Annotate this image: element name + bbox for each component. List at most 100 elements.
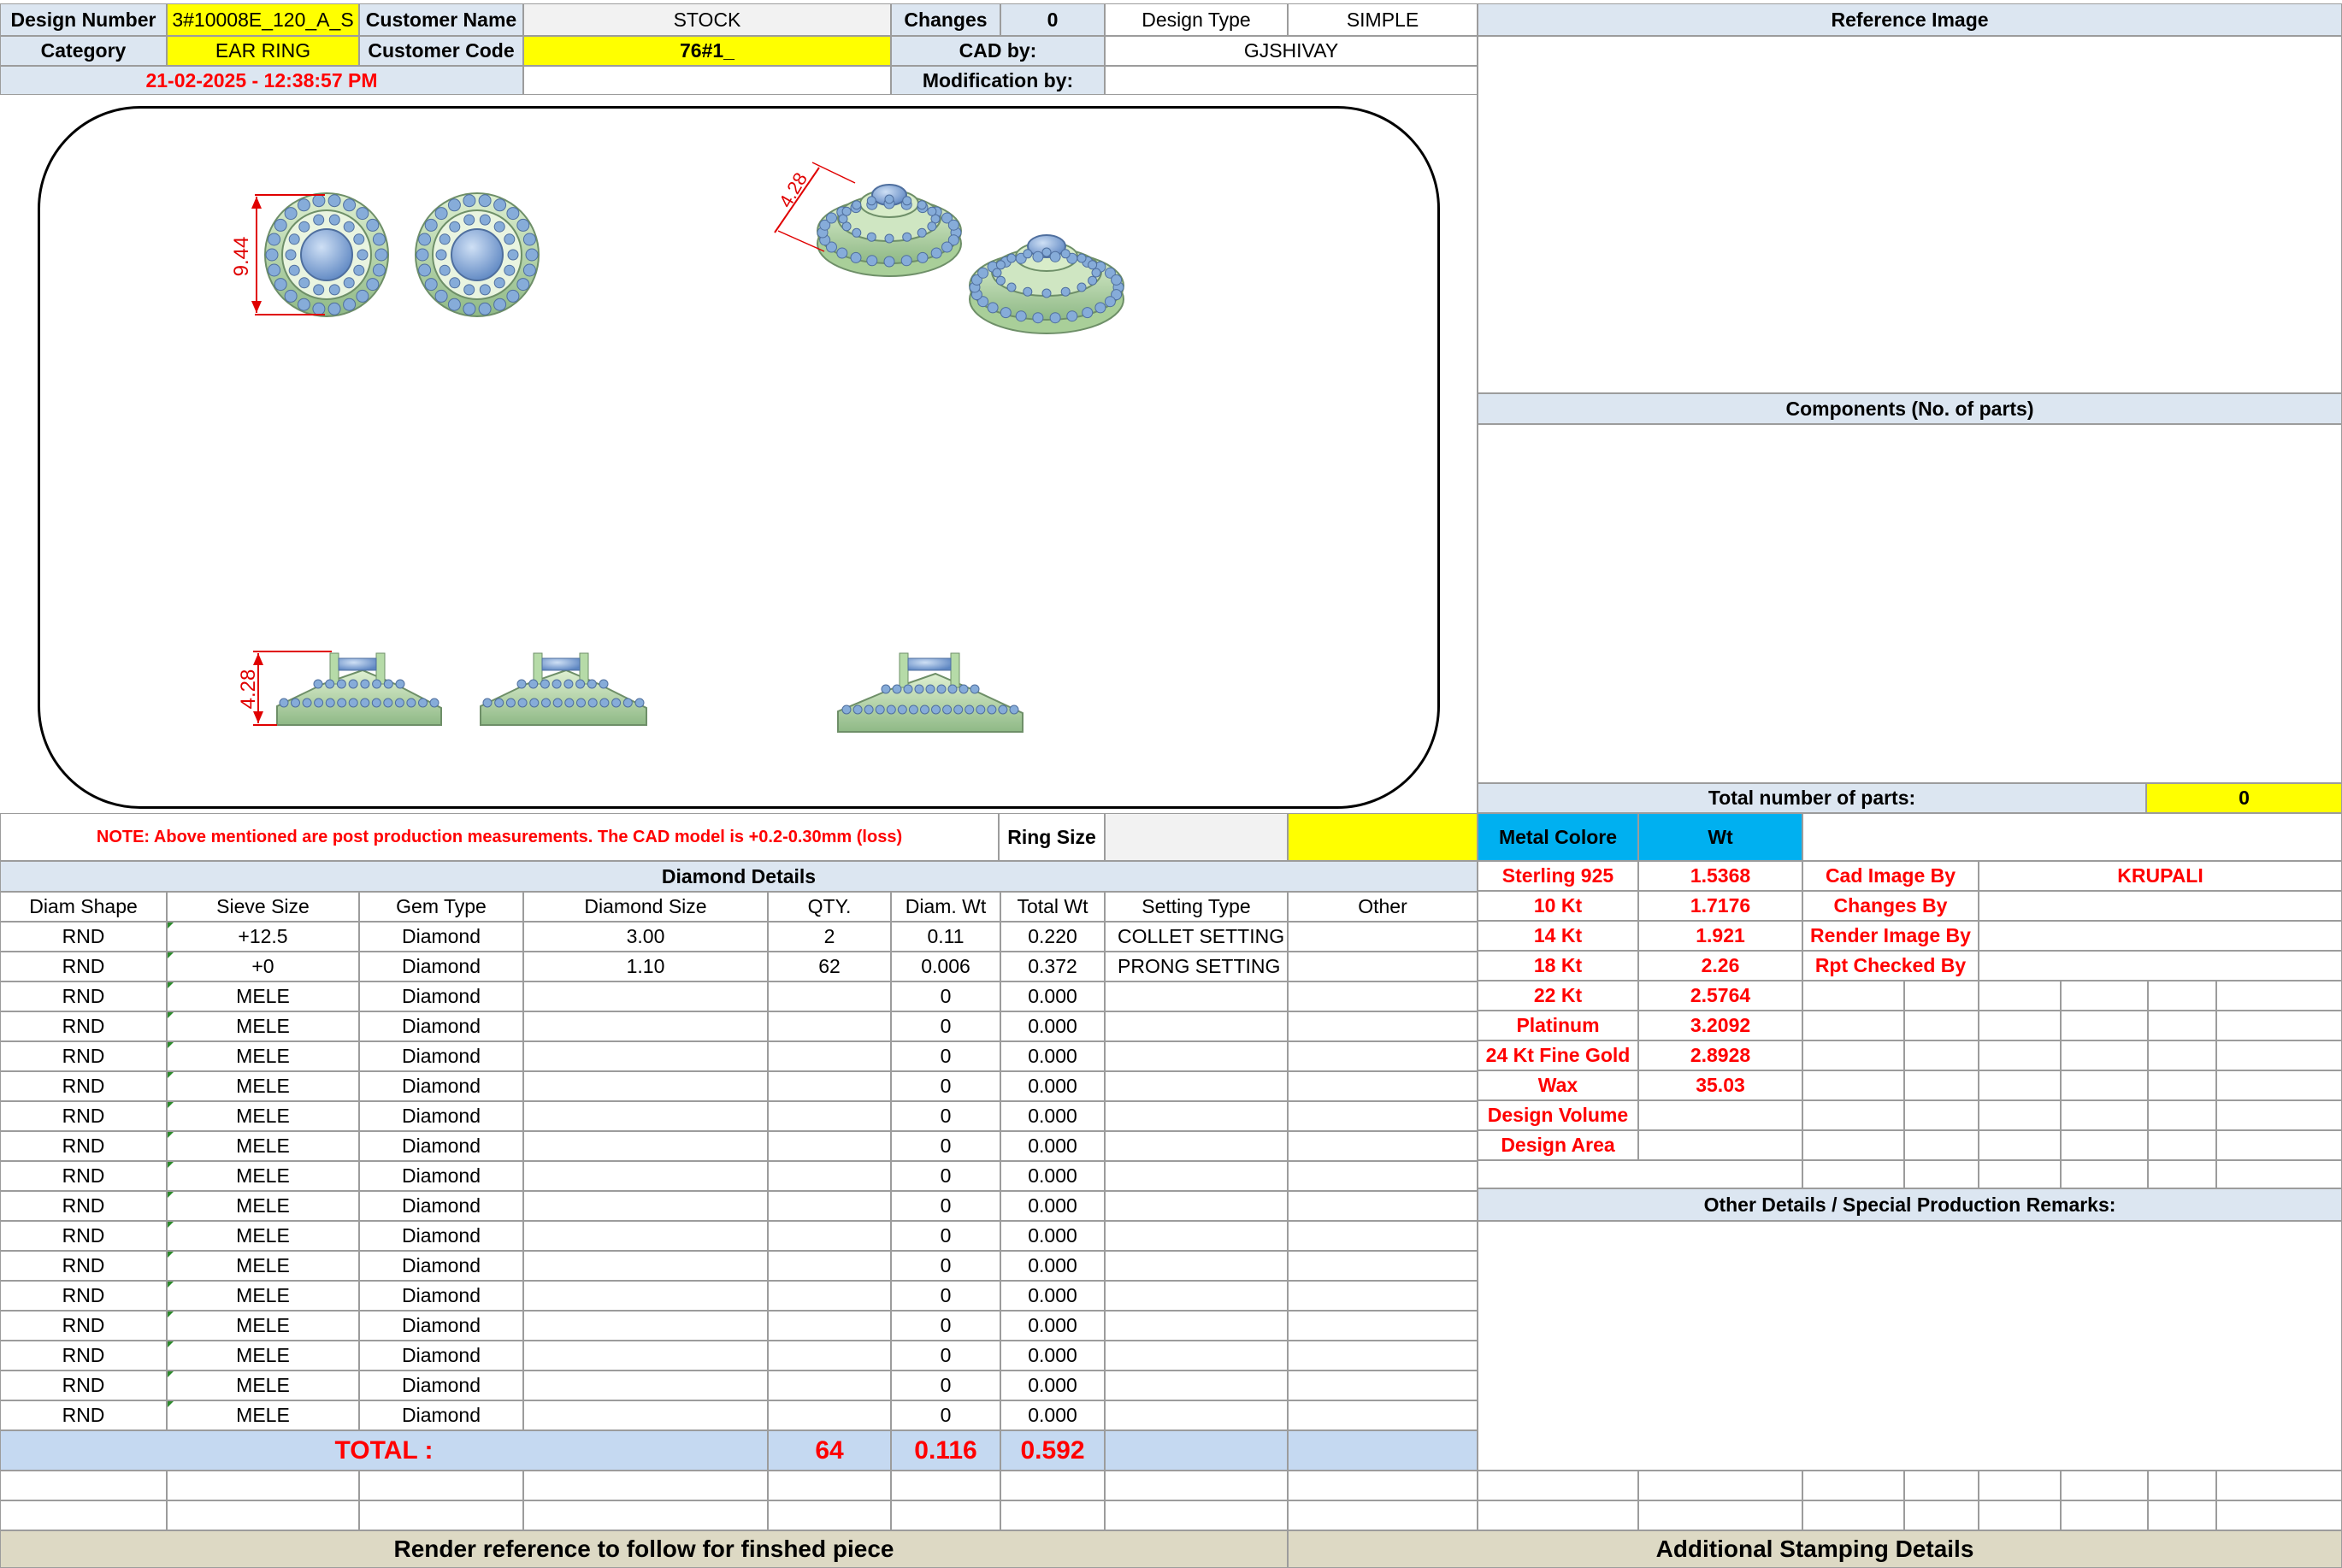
diamond-cell-sieve-size[interactable]: MELE	[167, 1371, 359, 1400]
blank-cell[interactable]	[1904, 1500, 1979, 1530]
grid-cell[interactable]	[1979, 1040, 2061, 1070]
diamond-cell-diam-wt[interactable]: 0	[891, 1071, 1000, 1101]
metal-weight[interactable]: 2.8928	[1638, 1040, 1802, 1070]
diamond-cell-qty[interactable]	[768, 1071, 891, 1101]
ring-size-value[interactable]	[1105, 813, 1288, 861]
blank-cell[interactable]	[1802, 1471, 1904, 1500]
diamond-cell-total-wt[interactable]: 0.000	[1000, 1131, 1105, 1161]
diamond-cell-diam-wt[interactable]: 0	[891, 1311, 1000, 1341]
grid-cell[interactable]	[2061, 1160, 2148, 1188]
grid-cell[interactable]	[2061, 1040, 2148, 1070]
diamond-cell-setting-type[interactable]	[1105, 1341, 1288, 1371]
grid-cell[interactable]	[2148, 1160, 2216, 1188]
diamond-cell-sieve-size[interactable]: MELE	[167, 981, 359, 1011]
diamond-cell-sieve-size[interactable]: MELE	[167, 1161, 359, 1191]
blank-cell[interactable]	[167, 1500, 359, 1530]
diamond-cell-setting-type[interactable]	[1105, 1281, 1288, 1311]
diamond-cell-diam-wt[interactable]: 0.11	[891, 922, 1000, 952]
diamond-cell-sieve-size[interactable]: MELE	[167, 1221, 359, 1251]
blank-cell[interactable]	[523, 1471, 768, 1500]
metal-weight[interactable]: 1.5368	[1638, 861, 1802, 891]
diamond-cell-diam-shape[interactable]: RND	[0, 922, 167, 952]
diamond-cell-setting-type[interactable]	[1105, 1221, 1288, 1251]
credit-value[interactable]	[1979, 951, 2342, 981]
credit-value[interactable]	[1979, 891, 2342, 921]
blank-cell[interactable]	[2216, 1471, 2342, 1500]
diamond-cell-other[interactable]	[1288, 1400, 1478, 1430]
diamond-cell-diam-wt[interactable]: 0	[891, 1251, 1000, 1281]
diamond-cell-qty[interactable]	[768, 981, 891, 1011]
diamond-cell-setting-type[interactable]: COLLET SETTING	[1105, 922, 1288, 952]
grid-cell[interactable]	[2216, 1100, 2342, 1130]
grid-cell[interactable]	[1979, 1011, 2061, 1040]
metal-weight[interactable]: 2.26	[1638, 951, 1802, 981]
diamond-cell-diamond-size[interactable]	[523, 1221, 768, 1251]
total-parts-value[interactable]: 0	[2146, 783, 2342, 813]
diamond-cell-diam-wt[interactable]: 0	[891, 1341, 1000, 1371]
grid-cell[interactable]	[2148, 1130, 2216, 1160]
blank-cell[interactable]	[891, 1471, 1000, 1500]
diamond-cell-gem-type[interactable]: Diamond	[359, 1071, 523, 1101]
diamond-cell-diam-wt[interactable]: 0	[891, 1161, 1000, 1191]
grid-cell[interactable]	[1979, 1130, 2061, 1160]
diamond-cell-diamond-size[interactable]	[523, 1041, 768, 1071]
grid-cell[interactable]	[1802, 1160, 1904, 1188]
blank-cell[interactable]	[0, 1471, 167, 1500]
diamond-cell-total-wt[interactable]: 0.000	[1000, 1341, 1105, 1371]
diamond-cell-sieve-size[interactable]: MELE	[167, 1041, 359, 1071]
diamond-cell-gem-type[interactable]: Diamond	[359, 1400, 523, 1430]
blank-cell[interactable]	[1979, 1500, 2061, 1530]
metal-weight[interactable]	[1638, 1130, 1802, 1160]
diamond-cell-gem-type[interactable]: Diamond	[359, 1251, 523, 1281]
blank-cell[interactable]	[0, 1500, 167, 1530]
grid-cell[interactable]	[2148, 1011, 2216, 1040]
diamond-cell-diamond-size[interactable]	[523, 1071, 768, 1101]
diamond-cell-other[interactable]	[1288, 1221, 1478, 1251]
blank-cell[interactable]	[359, 1471, 523, 1500]
diamond-cell-setting-type[interactable]	[1105, 1131, 1288, 1161]
metal-weight[interactable]	[1638, 1100, 1802, 1130]
diamond-cell-other[interactable]	[1288, 1041, 1478, 1071]
grid-cell[interactable]	[2148, 1100, 2216, 1130]
diamond-cell-diamond-size[interactable]	[523, 1131, 768, 1161]
grid-cell[interactable]	[1802, 981, 1904, 1011]
blank-cell[interactable]	[1979, 1471, 2061, 1500]
diamond-cell-sieve-size[interactable]: MELE	[167, 1011, 359, 1041]
diamond-cell-diam-shape[interactable]: RND	[0, 1251, 167, 1281]
diamond-cell-diam-shape[interactable]: RND	[0, 1071, 167, 1101]
diamond-cell-diam-wt[interactable]: 0	[891, 1191, 1000, 1221]
components-area[interactable]	[1478, 424, 2342, 783]
diamond-cell-diam-shape[interactable]: RND	[0, 1041, 167, 1071]
diamond-cell-sieve-size[interactable]: MELE	[167, 1131, 359, 1161]
diamond-cell-total-wt[interactable]: 0.000	[1000, 1191, 1105, 1221]
diamond-cell-qty[interactable]	[768, 1161, 891, 1191]
diamond-cell-other[interactable]	[1288, 1101, 1478, 1131]
grid-cell[interactable]	[2216, 1130, 2342, 1160]
grid-cell[interactable]	[2061, 1070, 2148, 1100]
grid-cell[interactable]	[1904, 1160, 1979, 1188]
diamond-cell-sieve-size[interactable]: MELE	[167, 1251, 359, 1281]
blank-cell[interactable]	[1478, 1500, 1638, 1530]
diamond-cell-other[interactable]	[1288, 981, 1478, 1011]
diamond-cell-sieve-size[interactable]: MELE	[167, 1281, 359, 1311]
diamond-cell-diam-wt[interactable]: 0	[891, 1221, 1000, 1251]
diamond-cell-total-wt[interactable]: 0.000	[1000, 981, 1105, 1011]
diamond-cell-diamond-size[interactable]	[523, 1400, 768, 1430]
diamond-cell-diam-wt[interactable]: 0	[891, 1400, 1000, 1430]
diamond-cell-diam-shape[interactable]: RND	[0, 1131, 167, 1161]
diamond-cell-total-wt[interactable]: 0.000	[1000, 1041, 1105, 1071]
diamond-cell-total-wt[interactable]: 0.000	[1000, 1011, 1105, 1041]
diamond-cell-diam-shape[interactable]: RND	[0, 1011, 167, 1041]
diamond-cell-qty[interactable]	[768, 1011, 891, 1041]
diamond-cell-gem-type[interactable]: Diamond	[359, 1131, 523, 1161]
metal-weight[interactable]: 1.7176	[1638, 891, 1802, 921]
diamond-cell-total-wt[interactable]: 0.000	[1000, 1251, 1105, 1281]
diamond-cell-diam-shape[interactable]: RND	[0, 1161, 167, 1191]
metal-weight[interactable]: 3.2092	[1638, 1011, 1802, 1040]
diamond-cell-other[interactable]	[1288, 1161, 1478, 1191]
diamond-cell-diamond-size[interactable]	[523, 981, 768, 1011]
grid-cell[interactable]	[1904, 1100, 1979, 1130]
diamond-cell-qty[interactable]	[768, 1281, 891, 1311]
diamond-cell-diam-wt[interactable]: 0	[891, 1041, 1000, 1071]
blank-cell[interactable]	[2148, 1471, 2216, 1500]
